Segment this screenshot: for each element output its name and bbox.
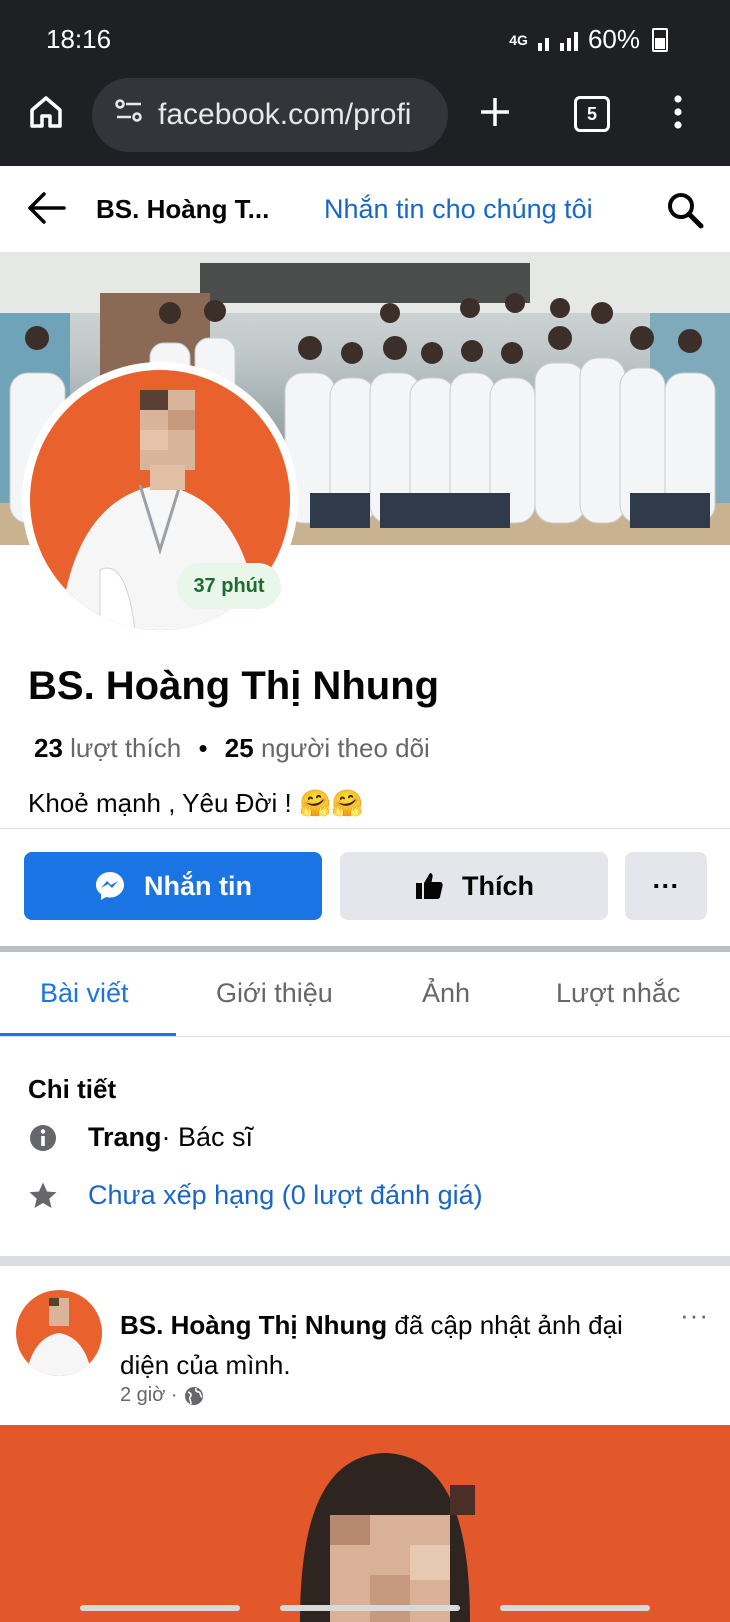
category-row: Trang · Bác sĩ bbox=[28, 1122, 253, 1153]
category-label: Trang bbox=[88, 1122, 162, 1152]
site-settings-icon[interactable] bbox=[114, 98, 144, 132]
likes-count: 23 bbox=[34, 733, 63, 763]
post-image-content bbox=[80, 1453, 650, 1622]
status-time: 18:16 bbox=[46, 24, 112, 54]
post-time[interactable]: 2 giờ · bbox=[120, 1384, 178, 1407]
signal-icon bbox=[537, 31, 578, 51]
messenger-icon bbox=[94, 870, 126, 902]
divider bbox=[0, 828, 730, 829]
post-author-name[interactable]: BS. Hoàng Thị Nhung bbox=[120, 1310, 387, 1340]
status-icons: 4G 60% bbox=[509, 24, 668, 55]
address-bar[interactable]: facebook.com/profi bbox=[92, 78, 448, 152]
home-icon[interactable] bbox=[26, 92, 66, 137]
followers-count: 25 bbox=[224, 733, 254, 763]
post-image[interactable] bbox=[0, 1425, 730, 1622]
star-icon bbox=[28, 1181, 58, 1211]
like-button-label: Thích bbox=[462, 870, 534, 901]
rating-link[interactable]: Chưa xếp hạng (0 lượt đánh giá) bbox=[88, 1180, 483, 1211]
post-meta: 2 giờ · bbox=[120, 1384, 204, 1407]
tab-posts[interactable]: Bài viết bbox=[40, 978, 129, 1009]
followers-label[interactable]: người theo dõi bbox=[261, 733, 430, 763]
post-author-avatar[interactable] bbox=[16, 1290, 102, 1376]
post-author-avatar-image bbox=[26, 1298, 92, 1376]
category-value: · Bác sĩ bbox=[161, 1122, 254, 1152]
rating-row: Chưa xếp hạng (0 lượt đánh giá) bbox=[28, 1180, 483, 1211]
menu-icon[interactable] bbox=[672, 94, 684, 135]
search-icon[interactable] bbox=[665, 190, 705, 235]
url-text[interactable]: facebook.com/profi bbox=[158, 98, 411, 132]
like-button[interactable]: Thích bbox=[340, 852, 608, 920]
globe-icon bbox=[184, 1386, 204, 1406]
details-title: Chi tiết bbox=[28, 1074, 117, 1104]
page-stats: 23 lượt thích • 25 người theo dõi bbox=[34, 733, 430, 764]
active-tab-indicator bbox=[0, 1033, 176, 1036]
header-page-title: BS. Hoàng T... bbox=[96, 194, 270, 224]
section-separator bbox=[0, 1256, 730, 1266]
message-button-label: Nhắn tin bbox=[144, 870, 252, 901]
new-tab-icon[interactable] bbox=[478, 95, 512, 134]
more-options-button[interactable]: ··· bbox=[625, 852, 707, 920]
back-arrow-icon[interactable] bbox=[26, 190, 66, 231]
battery-percent: 60% bbox=[587, 24, 640, 54]
likes-label[interactable]: lượt thích bbox=[70, 733, 181, 763]
battery-icon bbox=[652, 27, 668, 52]
tab-mentions[interactable]: Lượt nhắc bbox=[556, 978, 680, 1009]
tab-switcher[interactable]: 5 bbox=[574, 96, 610, 132]
thumbs-up-icon bbox=[414, 871, 444, 901]
page-name: BS. Hoàng Thị Nhung bbox=[28, 664, 440, 708]
info-icon bbox=[28, 1124, 58, 1152]
tab-about[interactable]: Giới thiệu bbox=[216, 978, 333, 1009]
dot-separator: • bbox=[198, 733, 208, 763]
post-options-button[interactable]: ··· bbox=[680, 1300, 709, 1331]
message-button[interactable]: Nhắn tin bbox=[24, 852, 322, 920]
tab-photos[interactable]: Ảnh bbox=[422, 978, 470, 1009]
post-header-text: BS. Hoàng Thị Nhung đã cập nhật ảnh đại … bbox=[120, 1305, 640, 1385]
status-badge: 37 phút bbox=[177, 563, 281, 609]
message-us-link[interactable]: Nhắn tin cho chúng tôi bbox=[324, 194, 593, 225]
network-label: 4G bbox=[509, 31, 528, 48]
page-bio: Khoẻ mạnh , Yêu Đời ! 🤗🤗 bbox=[28, 788, 364, 818]
